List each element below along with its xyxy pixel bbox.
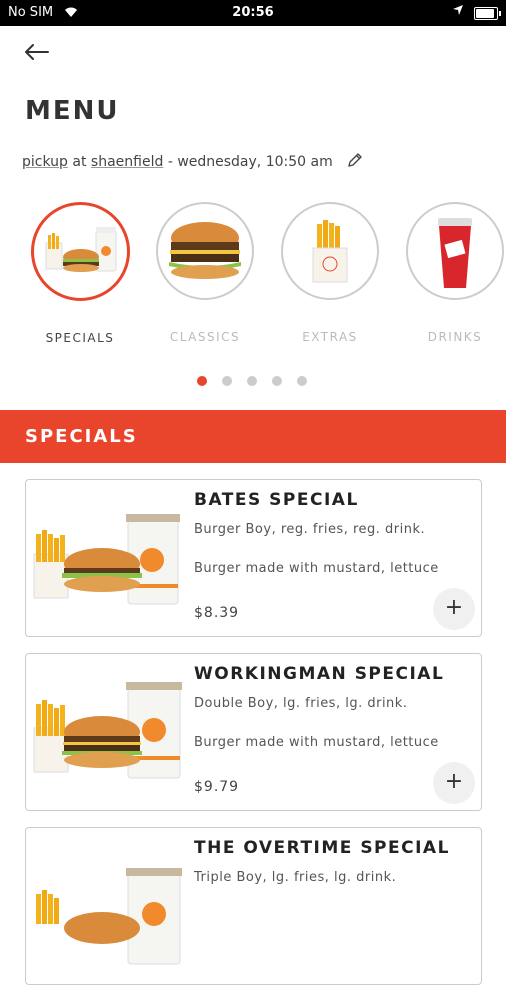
category-extras[interactable]: EXTRAS bbox=[280, 202, 380, 344]
category-specials[interactable]: SPECIALS bbox=[30, 202, 130, 345]
page-dot[interactable] bbox=[222, 376, 232, 386]
item-image bbox=[32, 848, 182, 968]
add-to-cart-button[interactable]: + bbox=[433, 762, 475, 804]
item-summary: Triple Boy, lg. fries, lg. drink. bbox=[194, 870, 397, 885]
add-to-cart-button[interactable]: + bbox=[433, 588, 475, 630]
battery-icon bbox=[474, 7, 501, 20]
category-label: SPECIALS bbox=[45, 331, 115, 345]
section-title: SPECIALS bbox=[25, 426, 138, 447]
carousel-pagination bbox=[197, 371, 322, 390]
menu-item-card[interactable]: THE OVERTIME SPECIAL Triple Boy, lg. fri… bbox=[25, 827, 482, 985]
page-dot[interactable] bbox=[247, 376, 257, 386]
back-button[interactable] bbox=[22, 38, 52, 66]
category-drinks[interactable]: DRINKS bbox=[405, 202, 505, 344]
page-dot[interactable] bbox=[272, 376, 282, 386]
category-label: DRINKS bbox=[427, 330, 483, 344]
item-summary: Double Boy, lg. fries, lg. drink. bbox=[194, 696, 408, 711]
order-datetime: - wednesday, 10:50 am bbox=[167, 154, 333, 170]
drink-cup-icon bbox=[438, 218, 472, 288]
section-header: SPECIALS bbox=[0, 410, 506, 463]
combo-meal-icon bbox=[33, 682, 182, 779]
category-label: CLASSICS bbox=[169, 330, 241, 344]
category-image bbox=[156, 202, 254, 300]
category-label: EXTRAS bbox=[302, 330, 358, 344]
pencil-icon[interactable] bbox=[347, 152, 363, 172]
item-name: BATES SPECIAL bbox=[194, 490, 359, 510]
page-title: MENU bbox=[25, 96, 120, 126]
item-description: Burger made with mustard, lettuce bbox=[194, 735, 439, 750]
item-price: $9.79 bbox=[194, 779, 240, 795]
category-image bbox=[406, 202, 504, 300]
category-classics[interactable]: CLASSICS bbox=[155, 202, 255, 344]
combo-meal-icon bbox=[36, 868, 182, 965]
category-image bbox=[281, 202, 379, 300]
item-image bbox=[32, 674, 182, 794]
back-arrow-icon bbox=[25, 44, 49, 60]
order-at-text: at bbox=[72, 154, 87, 170]
location-arrow-icon bbox=[452, 4, 464, 20]
order-mode-link[interactable]: pickup bbox=[22, 154, 68, 170]
item-description: Burger made with mustard, lettuce bbox=[194, 561, 439, 576]
menu-item-card[interactable]: WORKINGMAN SPECIAL Double Boy, lg. fries… bbox=[25, 653, 482, 811]
item-summary: Burger Boy, reg. fries, reg. drink. bbox=[194, 522, 426, 537]
clock: 20:56 bbox=[232, 5, 274, 20]
combo-meal-icon bbox=[45, 227, 116, 272]
page-dot[interactable] bbox=[197, 376, 207, 386]
order-info: pickup at shaenfield - wednesday, 10:50 … bbox=[22, 152, 363, 172]
fries-icon bbox=[312, 220, 348, 283]
burger-icon bbox=[169, 222, 241, 279]
item-name: THE OVERTIME SPECIAL bbox=[194, 838, 450, 858]
combo-meal-icon bbox=[33, 514, 180, 605]
item-name: WORKINGMAN SPECIAL bbox=[194, 664, 445, 684]
location-link[interactable]: shaenfield bbox=[91, 154, 163, 170]
category-image bbox=[30, 202, 130, 301]
item-image bbox=[32, 500, 182, 620]
item-price: $8.39 bbox=[194, 605, 240, 621]
status-bar: No SIM 20:56 bbox=[0, 0, 506, 26]
menu-item-card[interactable]: BATES SPECIAL Burger Boy, reg. fries, re… bbox=[25, 479, 482, 637]
page-dot[interactable] bbox=[297, 376, 307, 386]
